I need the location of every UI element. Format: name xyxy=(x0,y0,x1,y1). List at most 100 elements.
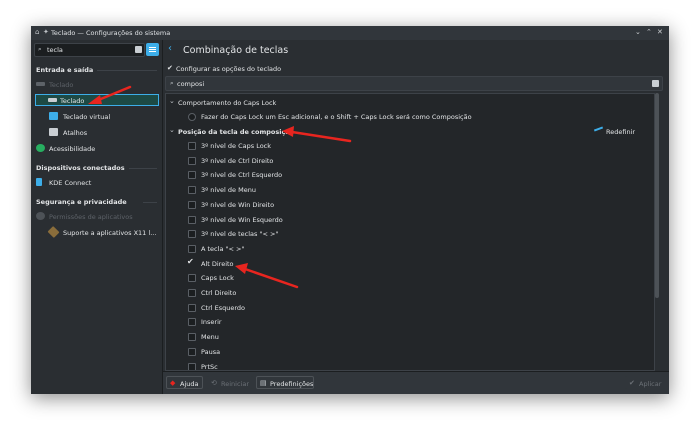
option-label: Fazer do Caps Lock um Esc adicional, e o… xyxy=(201,113,472,121)
sidebar-item-kde-connect[interactable]: KDE Connect xyxy=(35,176,159,188)
checkbox[interactable] xyxy=(188,230,196,239)
scrollbar[interactable] xyxy=(655,93,659,369)
hamburger-menu-button[interactable] xyxy=(146,43,159,56)
clear-search-icon[interactable] xyxy=(652,80,659,87)
search-icon: ⌕ xyxy=(170,79,174,87)
sidebar-search-input[interactable]: ⌕ tecla xyxy=(34,43,145,57)
scrollbar-thumb[interactable] xyxy=(655,93,659,298)
option-row[interactable]: ✔ Alt Direito xyxy=(166,256,654,270)
pin-icon[interactable]: ✦ xyxy=(43,28,49,36)
checkbox[interactable] xyxy=(188,186,196,195)
sidebar-item-keyboard[interactable]: Teclado xyxy=(35,94,159,106)
option-row[interactable]: Fazer do Caps Lock um Esc adicional, e o… xyxy=(166,109,654,123)
checkbox[interactable] xyxy=(188,303,196,312)
sidebar-search-value: tecla xyxy=(47,46,63,54)
checkbox[interactable] xyxy=(188,156,196,165)
sidebar-item-x11-support[interactable]: Suporte a aplicativos X11 l... xyxy=(35,225,159,239)
option-label: Pausa xyxy=(201,347,221,356)
defaults-button[interactable]: ▤ Predefinições xyxy=(256,376,314,389)
option-row[interactable]: Ctrl Direito xyxy=(166,285,654,299)
chevron-down-icon[interactable]: ⌄ xyxy=(169,126,175,134)
keyboard-icon xyxy=(36,82,45,86)
section-security-privacy: Segurança e privacidade xyxy=(36,198,127,206)
defaults-label: Predefinições xyxy=(270,380,314,388)
option-row[interactable]: PrtSc xyxy=(166,359,654,371)
reset-all-button[interactable]: ⟲ Reiniciar xyxy=(207,376,253,389)
accessibility-icon xyxy=(36,144,45,152)
sidebar-item-keyboard-parent[interactable]: Teclado xyxy=(35,78,159,90)
option-row[interactable]: 3º nível de Menu xyxy=(166,182,654,196)
help-label: Ajuda xyxy=(180,380,199,388)
option-row[interactable]: Menu xyxy=(166,329,654,343)
option-row[interactable]: Ctrl Esquerdo xyxy=(166,300,654,314)
radio-button[interactable] xyxy=(188,113,196,121)
title-bar: ⌂ ✦ Teclado — Configurações do sistema ⌄… xyxy=(31,26,669,41)
checkbox[interactable] xyxy=(188,200,196,209)
clear-search-icon[interactable] xyxy=(135,46,142,53)
reset-button[interactable]: Redefinir xyxy=(593,126,636,138)
option-row[interactable]: 3º nível de Win Esquerdo xyxy=(166,212,654,226)
option-label: PrtSc xyxy=(201,362,218,371)
option-row[interactable]: Caps Lock xyxy=(166,270,654,284)
option-row[interactable]: 3º nível de teclas "< >" xyxy=(166,226,654,240)
chevron-down-icon[interactable]: ⌄ xyxy=(169,97,175,105)
checkmark-icon: ✔ xyxy=(167,64,173,72)
x11-icon xyxy=(47,225,60,239)
document-icon: ▤ xyxy=(260,379,267,387)
checkbox[interactable] xyxy=(188,274,196,283)
phone-icon xyxy=(36,178,42,186)
search-icon: ⌕ xyxy=(38,45,42,53)
option-row[interactable]: Inserir xyxy=(166,314,654,328)
help-button[interactable]: ◆ Ajuda xyxy=(166,376,203,389)
option-label: Caps Lock xyxy=(201,274,234,283)
window-menu-icon[interactable]: ⌂ xyxy=(35,28,39,36)
option-row[interactable]: A tecla "< >" xyxy=(166,241,654,255)
checkbox[interactable] xyxy=(188,215,196,224)
back-arrow-icon[interactable]: ‹ xyxy=(168,43,172,54)
tree-group-caps-lock[interactable]: ⌄ Comportamento do Caps Lock xyxy=(166,95,654,109)
checkbox[interactable] xyxy=(188,362,196,370)
tree-group-compose-key[interactable]: ⌄ Posição da tecla de composição Redefin… xyxy=(166,124,654,138)
checkbox[interactable] xyxy=(188,289,196,297)
checkmark-icon: ✔ xyxy=(629,379,635,387)
section-divider xyxy=(129,168,157,169)
group-label: Posição da tecla de composição xyxy=(178,128,295,136)
page-title: Combinação de teclas xyxy=(183,45,289,56)
checkbox[interactable] xyxy=(188,318,196,327)
option-row[interactable]: 3º nível de Win Direito xyxy=(166,197,654,211)
sidebar-item-shortcuts[interactable]: Atalhos xyxy=(35,126,159,138)
sidebar-item-label: Suporte a aplicativos X11 l... xyxy=(63,229,157,237)
section-input-output: Entrada e saída xyxy=(36,66,94,74)
checkbox[interactable] xyxy=(188,244,196,253)
checkmark-icon[interactable]: ✔ xyxy=(187,257,194,266)
option-label: 3º nível de Ctrl Direito xyxy=(201,156,274,165)
checkbox[interactable] xyxy=(188,171,196,180)
group-label: Comportamento do Caps Lock xyxy=(178,99,277,107)
option-row[interactable]: 3º nível de Caps Lock xyxy=(166,138,654,152)
section-divider xyxy=(97,70,157,71)
close-icon[interactable]: ✕ xyxy=(657,28,663,36)
configure-options-checkbox[interactable]: ✔ Configurar as opções do teclado xyxy=(163,62,669,74)
window-title: Teclado — Configurações do sistema xyxy=(51,29,171,37)
minimize-icon[interactable]: ⌄ xyxy=(635,28,641,36)
shortcuts-icon xyxy=(49,128,58,136)
options-search-input[interactable]: ⌕ composi xyxy=(165,76,663,91)
checkbox[interactable] xyxy=(188,347,196,356)
option-row[interactable]: 3º nível de Ctrl Direito xyxy=(166,153,654,167)
broom-icon xyxy=(593,126,604,132)
option-row[interactable]: Pausa xyxy=(166,344,654,358)
section-connected-devices: Dispositivos conectados xyxy=(36,164,125,172)
sidebar-item-accessibility[interactable]: Acessibilidade xyxy=(35,142,159,154)
option-row[interactable]: 3º nível de Ctrl Esquerdo xyxy=(166,167,654,181)
virtual-keyboard-icon xyxy=(49,112,58,120)
apply-label: Aplicar xyxy=(639,380,662,388)
sidebar-item-label: Teclado virtual xyxy=(63,113,111,121)
checkbox[interactable] xyxy=(188,142,196,150)
checkbox[interactable] xyxy=(188,333,196,342)
option-label: 3º nível de teclas "< >" xyxy=(201,230,279,239)
sidebar-item-virtual-keyboard[interactable]: Teclado virtual xyxy=(35,110,159,122)
maximize-icon[interactable]: ⌃ xyxy=(646,28,652,36)
undo-icon: ⟲ xyxy=(211,379,217,387)
apply-button[interactable]: ✔ Aplicar xyxy=(625,376,665,389)
sidebar-item-app-permissions[interactable]: Permissões de aplicativos xyxy=(35,210,159,222)
